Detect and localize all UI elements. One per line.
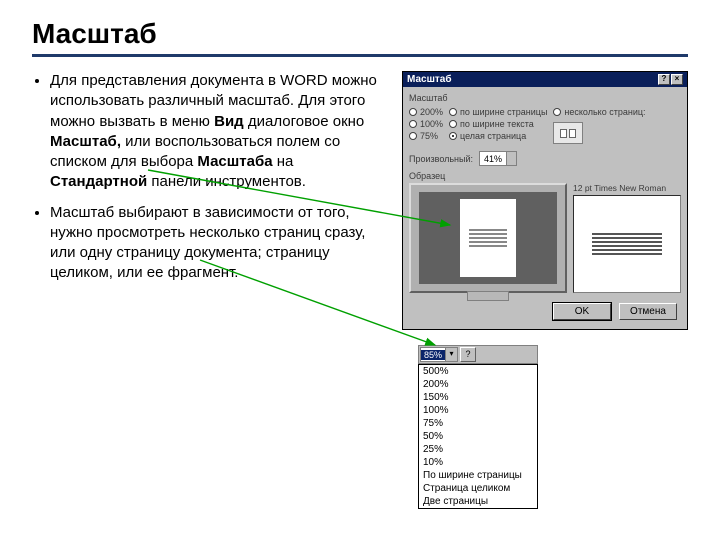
zoom-fit-options: по ширине страницы по ширине текста цела… [449,107,547,144]
list-item[interactable]: Страница целиком [419,482,537,495]
slide-title: Масштаб [32,18,688,50]
radio-manypages[interactable]: несколько страниц: [553,107,645,117]
help-button[interactable]: ? [658,74,670,85]
list-item[interactable]: 100% [419,404,537,417]
radio-75[interactable]: 75% [409,131,443,141]
bullet-2: Масштаб выбирают в зависимости от того, … [50,203,392,284]
arbitrary-label: Произвольный: [409,154,473,164]
sample-text-box [573,195,681,293]
list-item[interactable]: 500% [419,365,537,378]
dialog-title: Масштаб [407,74,452,85]
radio-pagewidth[interactable]: по ширине страницы [449,107,547,117]
list-item[interactable]: 75% [419,417,537,430]
radio-200[interactable]: 200% [409,107,443,117]
zoom-dialog: Масштаб ? × Масштаб 200% 100% 75% [402,71,688,330]
bullet-list: Для представления документа в WORD можно… [32,71,392,284]
ok-button[interactable]: OK [553,303,611,320]
arbitrary-value: 41% [480,154,506,164]
list-item[interactable]: 200% [419,378,537,391]
zoom-combo-value: 85% [421,350,445,360]
multipage-icon[interactable] [553,122,583,144]
zoom-combo[interactable]: 85% ▾ [420,347,458,362]
bullet-1: Для представления документа в WORD можно… [50,71,392,193]
zoom-toolbar: 85% ▾ ? [418,345,538,364]
help-icon[interactable]: ? [460,347,476,362]
group-label: Масштаб [409,93,681,103]
preview-monitor-icon [409,183,567,293]
radio-100[interactable]: 100% [409,119,443,129]
zoom-dropdown-list[interactable]: 500% 200% 150% 100% 75% 50% 25% 10% По ш… [418,364,538,509]
list-item[interactable]: 50% [419,430,537,443]
text-column: Для представления документа в WORD можно… [32,71,392,330]
close-button[interactable]: × [671,74,683,85]
list-item[interactable]: 150% [419,391,537,404]
radio-textwidth[interactable]: по ширине текста [449,119,547,129]
arbitrary-spinner[interactable]: 41% [479,151,517,166]
list-item[interactable]: 25% [419,443,537,456]
list-item[interactable]: 10% [419,456,537,469]
chevron-down-icon[interactable]: ▾ [445,348,457,361]
list-item[interactable]: Две страницы [419,495,537,508]
title-rule [32,54,688,57]
sample-group-label: Образец [409,171,681,181]
dialog-titlebar: Масштаб ? × [403,72,687,87]
cancel-button[interactable]: Отмена [619,303,677,320]
list-item[interactable]: По ширине страницы [419,469,537,482]
radio-wholepage[interactable]: целая страница [449,131,547,141]
sample-font-label: 12 pt Times New Roman [573,183,681,193]
zoom-pct-options: 200% 100% 75% [409,107,443,144]
